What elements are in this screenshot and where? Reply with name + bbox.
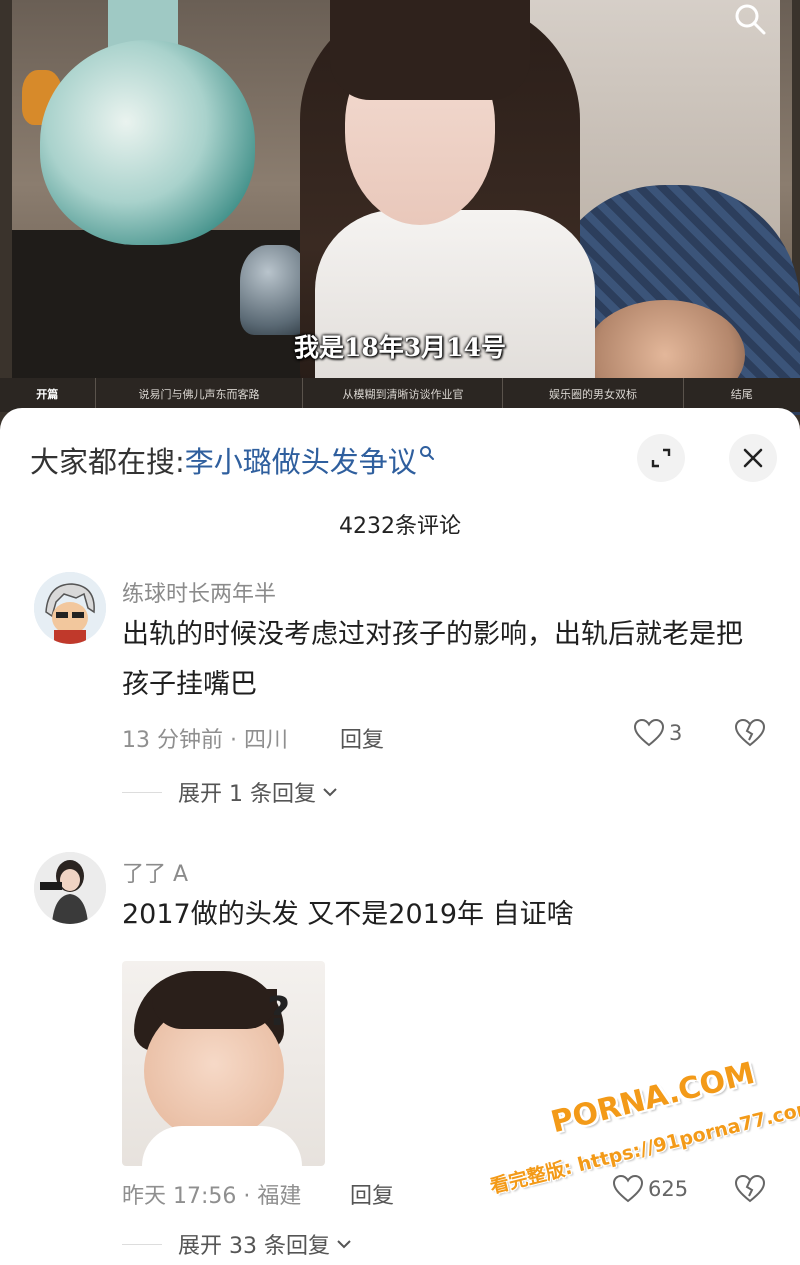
avatar-image [34,852,106,924]
video-vase [40,40,255,245]
sticker-bangs [152,989,277,1029]
expand-replies-label: 展开 33 条回复 [178,1234,330,1259]
comment-sticker-image[interactable]: ? [122,961,325,1166]
avatar-image [34,572,106,644]
trending-search-query[interactable]: 李小璐做头发争议 [185,439,417,481]
chapter-tab[interactable]: 开篇 [0,378,96,412]
comment-meta: 13 分钟前 · 四川 [122,728,288,753]
expand-replies[interactable]: 展开 33 条回复 [122,1228,352,1260]
expand-replies[interactable]: 展开 1 条回复 [122,776,338,808]
sticker-question-mark: ? [267,989,291,1035]
dislike-button[interactable] [734,718,766,752]
close-button[interactable] [729,434,777,482]
heart-icon [633,718,665,747]
video-subtitle: 我是18年3月14号 [294,333,506,362]
like-count: 625 [648,1177,689,1201]
heart-icon [612,1174,644,1203]
chapter-tab[interactable]: 说易门与佛儿声东而客路 [96,378,304,412]
like-button[interactable]: 3 [633,718,682,748]
expand-icon [651,448,671,468]
comment-username[interactable]: 练球时长两年半 [122,576,276,608]
avatar[interactable] [34,572,106,644]
chevron-down-icon [323,788,337,797]
chapter-tab[interactable]: 结尾 [684,378,800,412]
divider [122,791,162,793]
trending-search-prefix: 大家都在搜: [30,445,185,479]
reply-button[interactable]: 回复 [340,722,384,754]
like-button[interactable]: 625 [612,1174,688,1204]
comment-meta: 昨天 17:56 · 福建 [122,1184,302,1209]
comment-count: 4232条评论 [339,514,461,539]
broken-heart-icon [734,718,766,747]
video-chapter-bar: 开篇 说易门与佛儿声东而客路 从模糊到清晰访谈作业官 娱乐圈的男女双标 结尾 [0,378,800,412]
comment-text: 出轨的时候没考虑过对孩子的影响，出轨后就老是把孩子挂嘴巴 [122,619,743,700]
broken-heart-icon [734,1174,766,1203]
expand-button[interactable] [637,434,685,482]
dislike-button[interactable] [734,1174,766,1208]
chevron-down-icon [337,1240,351,1249]
chapter-tab[interactable]: 从模糊到清晰访谈作业官 [303,378,504,412]
trending-search[interactable]: 大家都在搜: 李小璐做头发争议 [30,438,435,482]
search-icon [735,4,766,35]
sticker-shirt [142,1126,302,1166]
chapter-tab[interactable]: 娱乐圈的男女双标 [503,378,684,412]
divider [122,1243,162,1245]
search-icon [419,446,434,460]
comment-text: 2017做的头发 又不是2019年 自证啥 [122,899,574,930]
close-icon [743,448,763,468]
avatar[interactable] [34,852,106,924]
comment-sheet: 大家都在搜: 李小璐做头发争议 4232条评论 练球时长两年半 出轨的时候没考虑… [0,408,800,1265]
like-count: 3 [669,721,683,745]
video-search-button[interactable] [730,2,770,36]
video-player[interactable]: 我是18年3月14号 开篇 说易门与佛儿声东而客路 从模糊到清晰访谈作业官 娱乐… [0,0,800,430]
comment-username[interactable]: 了了 A [122,856,188,888]
reply-button[interactable]: 回复 [350,1178,394,1210]
video-person-bangs [330,0,530,100]
expand-replies-label: 展开 1 条回复 [178,782,316,807]
